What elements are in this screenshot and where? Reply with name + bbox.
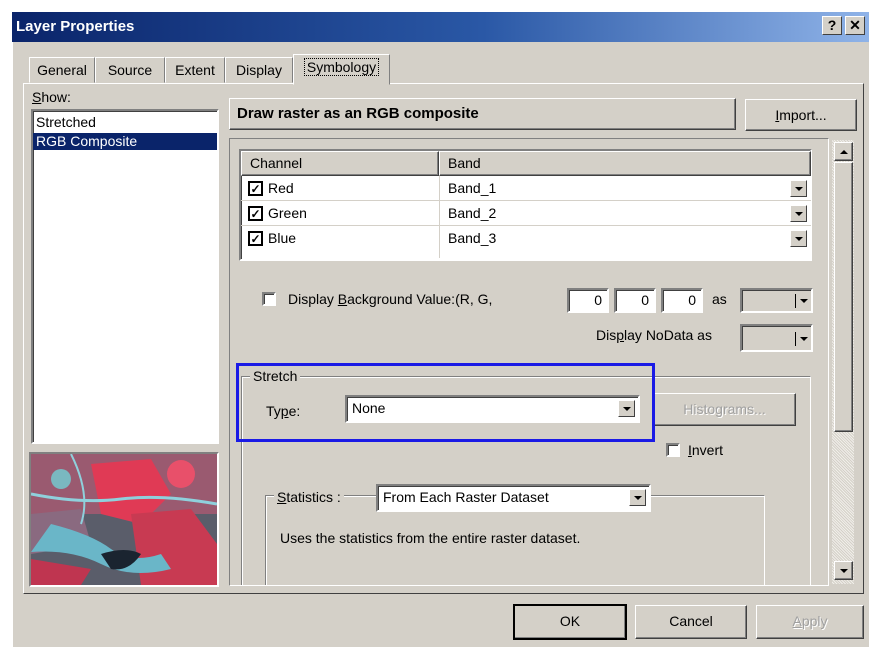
- table-row: ✓ Green Band_2: [241, 201, 811, 226]
- help-icon: ?: [827, 17, 837, 33]
- background-g-input[interactable]: 0: [614, 288, 656, 313]
- tab-extent[interactable]: Extent: [165, 57, 225, 83]
- check-icon: ✓: [250, 231, 261, 246]
- show-item-rgb-composite-label: RGB Composite: [36, 133, 138, 149]
- show-item-stretched-label: Stretched: [36, 114, 96, 130]
- stretch-type-value: None: [352, 400, 386, 416]
- table-row: ✓ Blue Band_3: [241, 226, 811, 251]
- display-background-label: Display Background Value:(R, G,: [288, 291, 493, 307]
- column-header-channel[interactable]: Channel: [241, 151, 439, 176]
- chevron-down-icon: [794, 186, 803, 191]
- show-label: Show:: [32, 89, 71, 105]
- chevron-down-icon: [800, 337, 808, 341]
- column-header-band[interactable]: Band: [439, 151, 811, 176]
- window-title: Layer Properties: [16, 18, 135, 35]
- display-nodata-label: Display NoData as: [596, 327, 712, 343]
- green-channel-checkbox[interactable]: ✓: [248, 206, 263, 221]
- show-list[interactable]: Stretched RGB Composite: [31, 109, 219, 444]
- title-bar: Layer Properties: [12, 12, 869, 42]
- tab-source[interactable]: Source: [95, 57, 165, 83]
- column-divider: [439, 176, 440, 258]
- statistics-select[interactable]: From Each Raster Dataset: [376, 484, 651, 512]
- channel-table: Channel Band ✓ Red Band_1 ✓ Green Band_2…: [239, 149, 812, 261]
- display-background-checkbox[interactable]: [262, 292, 276, 306]
- tab-general-label: General: [37, 62, 87, 78]
- chevron-down-icon: [622, 406, 631, 411]
- background-color-picker[interactable]: [740, 288, 813, 313]
- scroll-down-button[interactable]: [834, 561, 853, 580]
- tab-general[interactable]: General: [29, 57, 95, 83]
- check-icon: ✓: [250, 206, 261, 221]
- invert-checkbox[interactable]: [666, 443, 680, 457]
- stretch-type-dropdown-button[interactable]: [618, 400, 635, 417]
- picker-divider: [795, 332, 796, 346]
- tab-symbology-label: Symbology: [303, 58, 380, 76]
- cancel-button[interactable]: Cancel: [635, 605, 747, 639]
- tab-source-label: Source: [107, 62, 153, 78]
- renderer-header: Draw raster as an RGB composite: [229, 98, 736, 130]
- ok-button[interactable]: OK: [513, 604, 627, 640]
- apply-button[interactable]: Apply: [756, 605, 864, 639]
- scroll-thumb[interactable]: [834, 162, 853, 432]
- tab-display[interactable]: Display: [225, 57, 293, 83]
- picker-divider: [795, 294, 796, 308]
- tab-extent-label: Extent: [175, 62, 215, 78]
- green-band-value[interactable]: Band_2: [448, 205, 496, 221]
- tab-symbology[interactable]: Symbology: [293, 54, 390, 85]
- show-item-stretched[interactable]: Stretched: [33, 111, 217, 133]
- blue-channel-checkbox[interactable]: ✓: [248, 231, 263, 246]
- invert-label: Invert: [688, 442, 724, 458]
- chevron-down-icon: [794, 211, 803, 216]
- close-button[interactable]: ✕: [845, 16, 865, 35]
- show-item-rgb-composite[interactable]: RGB Composite: [33, 133, 217, 150]
- import-button[interactable]: Import...: [745, 99, 857, 131]
- histograms-button[interactable]: Histograms...: [653, 393, 796, 426]
- red-channel-checkbox[interactable]: ✓: [248, 181, 263, 196]
- scroll-up-button[interactable]: [834, 142, 853, 161]
- statistics-value: From Each Raster Dataset: [383, 489, 549, 505]
- red-band-dropdown[interactable]: [790, 180, 807, 197]
- chevron-down-icon: [794, 236, 803, 241]
- nodata-color-picker[interactable]: [740, 324, 813, 352]
- chevron-down-icon: [839, 568, 848, 573]
- blue-band-dropdown[interactable]: [790, 230, 807, 247]
- stretch-type-label: Type:: [266, 403, 301, 419]
- statistics-dropdown-button[interactable]: [629, 489, 646, 506]
- red-band-value[interactable]: Band_1: [448, 180, 496, 196]
- tab-display-label: Display: [236, 62, 282, 78]
- green-channel-label: Green: [268, 205, 307, 221]
- chevron-up-icon: [839, 149, 848, 154]
- background-r-input[interactable]: 0: [567, 288, 609, 313]
- statistics-label: Statistics :: [274, 489, 344, 505]
- symbology-scroll-area: Channel Band ✓ Red Band_1 ✓ Green Band_2…: [229, 138, 829, 586]
- blue-band-value[interactable]: Band_3: [448, 230, 496, 246]
- green-band-dropdown[interactable]: [790, 205, 807, 222]
- chevron-down-icon: [633, 495, 642, 500]
- statistics-description: Uses the statistics from the entire rast…: [280, 530, 581, 546]
- renderer-title: Draw raster as an RGB composite: [237, 105, 479, 122]
- close-icon: ✕: [849, 17, 861, 33]
- help-button[interactable]: ?: [822, 16, 842, 35]
- check-icon: ✓: [250, 181, 261, 196]
- blue-channel-label: Blue: [268, 230, 297, 246]
- background-as-label: as: [712, 291, 727, 307]
- stretch-type-select[interactable]: None: [345, 395, 640, 423]
- table-row: ✓ Red Band_1: [241, 176, 811, 201]
- chevron-down-icon: [800, 299, 808, 303]
- layer-preview-image: [29, 452, 219, 587]
- vertical-scrollbar[interactable]: [832, 140, 854, 584]
- satellite-image: [31, 454, 217, 585]
- red-channel-label: Red: [268, 180, 294, 196]
- background-b-input[interactable]: 0: [661, 288, 703, 313]
- stretch-legend: Stretch: [250, 368, 301, 384]
